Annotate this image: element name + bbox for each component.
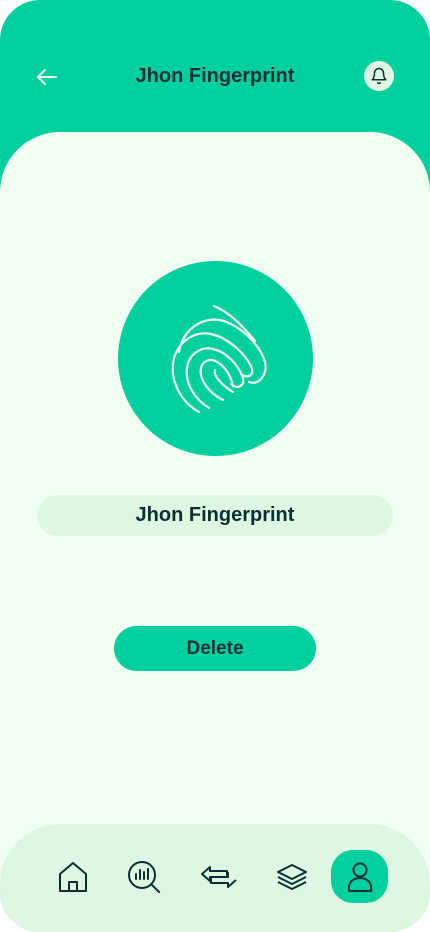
- notification-button[interactable]: [364, 61, 394, 91]
- nav-item-analysis[interactable]: [115, 850, 172, 903]
- fingerprint-name-field: Jhon Fingerprint: [37, 495, 393, 536]
- nav-item-profile[interactable]: [331, 850, 388, 903]
- transactions-icon: [200, 865, 237, 888]
- nav-item-categories[interactable]: [263, 850, 320, 903]
- fingerprint-avatar: [118, 261, 313, 456]
- nav-item-transactions[interactable]: [190, 850, 247, 903]
- fingerprint-icon: [171, 304, 267, 413]
- fingerprint-detail-screen: Jhon Fingerprint Jhon Fingerprint Delete: [0, 0, 430, 932]
- bell-icon: [371, 67, 387, 85]
- header: Jhon Fingerprint: [0, 0, 430, 132]
- categories-icon: [276, 863, 307, 890]
- delete-button[interactable]: Delete: [114, 626, 316, 671]
- profile-icon: [347, 862, 372, 892]
- home-icon: [58, 861, 87, 892]
- main-content: Jhon Fingerprint Delete: [0, 132, 430, 932]
- bottom-nav: [0, 824, 430, 932]
- nav-item-home[interactable]: [44, 850, 101, 903]
- analysis-icon: [127, 860, 160, 893]
